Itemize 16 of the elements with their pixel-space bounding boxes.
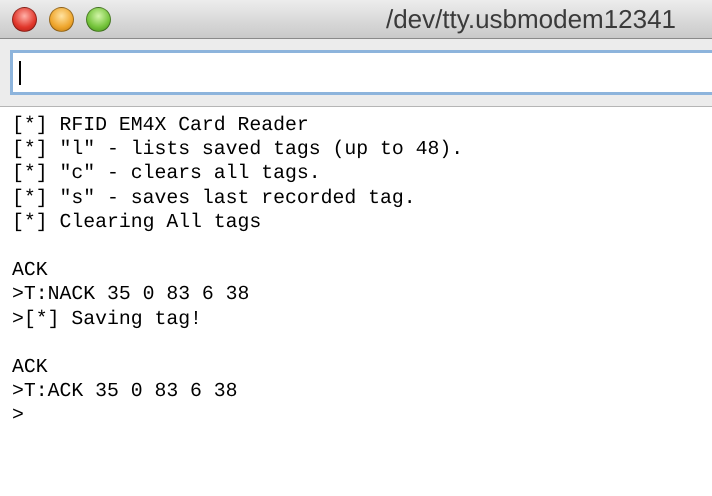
output-line: [*] RFID EM4X Card Reader (12, 113, 309, 138)
output-line: [*] "l" - lists saved tags (up to 48). (12, 137, 464, 162)
output-line: >[*] Saving tag! (12, 306, 202, 331)
output-line: [*] "c" - clears all tags. (12, 161, 321, 186)
zoom-button[interactable] (86, 6, 111, 32)
output-line: >T:ACK 35 0 83 6 38 (12, 379, 238, 404)
window-title: /dev/tty.usbmodem12341 (386, 4, 676, 34)
input-field[interactable] (10, 50, 712, 95)
minimize-button[interactable] (49, 6, 74, 32)
output-line: ACK (12, 355, 48, 380)
output-line: >T:NACK 35 0 83 6 38 (12, 282, 250, 307)
output-line: ACK (12, 258, 48, 282)
close-button[interactable] (12, 6, 37, 32)
output-line: [*] "s" - saves last recorded tag. (12, 186, 416, 210)
output-line: [*] Clearing All tags (12, 210, 262, 234)
output-line: > (12, 403, 24, 428)
